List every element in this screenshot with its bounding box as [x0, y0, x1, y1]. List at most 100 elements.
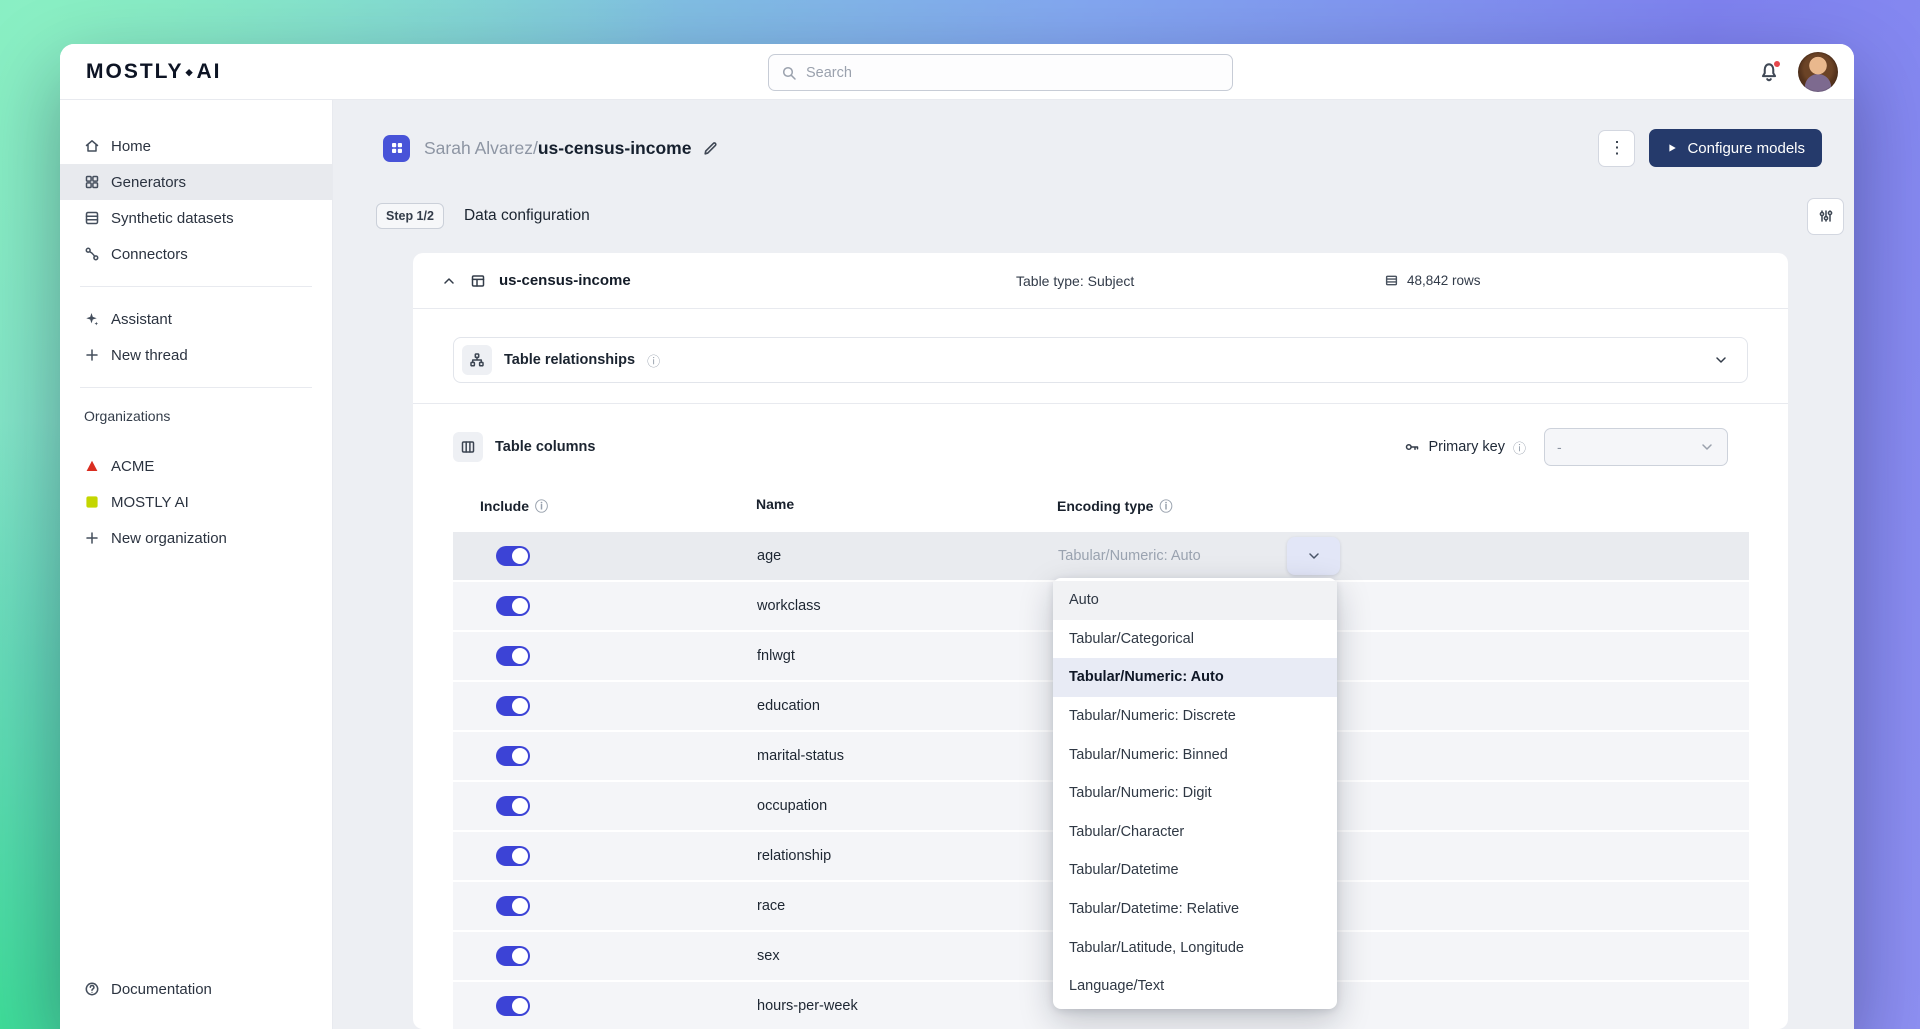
plus-icon [84, 347, 100, 363]
rows-icon [1384, 273, 1399, 288]
info-icon: ⓘ [647, 351, 660, 370]
column-name: relationship [757, 832, 831, 880]
step-badge: Step 1/2 [376, 203, 444, 229]
sidebar-item-home[interactable]: Home [60, 128, 332, 164]
edit-name-icon[interactable] [702, 140, 719, 157]
include-toggle[interactable] [496, 946, 530, 966]
chevron-down-icon [1306, 548, 1322, 564]
primary-key-select[interactable]: - [1544, 428, 1728, 466]
sidebar-item-new-organization[interactable]: New organization [60, 520, 332, 556]
main-content: Sarah Alvarez/ us-census-income ⋮ Config… [333, 100, 1854, 1029]
include-toggle[interactable] [496, 746, 530, 766]
sliders-icon [1818, 208, 1834, 224]
generators-icon [84, 174, 100, 190]
brand-logo-right: AI [197, 60, 222, 84]
columns-table-header: Include ⓘ Name Encoding type ⓘ [452, 496, 1748, 518]
include-toggle[interactable] [496, 696, 530, 716]
encoding-type-dropdown: AutoTabular/CategoricalTabular/Numeric: … [1053, 578, 1337, 1009]
encoding-option-tabular-numeric-digit[interactable]: Tabular/Numeric: Digit [1053, 774, 1337, 813]
breadcrumb: Sarah Alvarez/ us-census-income ⋮ Config… [333, 100, 1854, 170]
include-toggle[interactable] [496, 996, 530, 1016]
sidebar-item-synthetic-datasets[interactable]: Synthetic datasets [60, 200, 332, 236]
search-input[interactable] [806, 65, 1220, 81]
step-title: Data configuration [464, 207, 590, 225]
column-name: race [757, 882, 785, 930]
column-name: sex [757, 932, 780, 980]
table-title: us-census-income [499, 272, 631, 289]
include-toggle[interactable] [496, 896, 530, 916]
encoding-option-tabular-numeric-auto[interactable]: Tabular/Numeric: Auto [1053, 658, 1337, 697]
mostly-org-logo [84, 494, 100, 510]
more-options-button[interactable]: ⋮ [1598, 130, 1635, 167]
sidebar-divider [80, 286, 312, 287]
breadcrumb-project-name: us-census-income [538, 138, 692, 159]
project-icon [383, 135, 410, 162]
key-icon [1404, 439, 1420, 455]
table-columns-header: Table columns Primary key ⓘ - [413, 404, 1788, 466]
configure-models-button[interactable]: Configure models [1649, 129, 1822, 167]
plus-icon [84, 530, 100, 546]
connectors-icon [84, 246, 100, 262]
table-row-age: ageTabular/Numeric: Auto [453, 532, 1749, 580]
include-toggle[interactable] [496, 546, 530, 566]
column-name: workclass [757, 582, 821, 630]
play-icon [1666, 142, 1678, 154]
encoding-option-language-text[interactable]: Language/Text [1053, 967, 1337, 1006]
encoding-option-tabular-datetime[interactable]: Tabular/Datetime [1053, 851, 1337, 890]
step-header: Step 1/2 Data configuration [376, 196, 1844, 236]
top-bar-actions [1758, 52, 1854, 92]
breadcrumb-owner: Sarah Alvarez/ [424, 138, 538, 159]
include-toggle[interactable] [496, 596, 530, 616]
datasets-icon [84, 210, 100, 226]
encoding-type-value: Tabular/Numeric: Auto [1058, 532, 1201, 580]
column-name: education [757, 682, 820, 730]
include-toggle[interactable] [496, 846, 530, 866]
header-include: Include ⓘ [480, 496, 548, 515]
user-avatar[interactable] [1798, 52, 1838, 92]
info-icon: ⓘ [1159, 496, 1172, 515]
table-relationships-toggle[interactable]: Table relationships ⓘ [453, 337, 1748, 383]
primary-key-group: Primary key ⓘ - [1404, 428, 1748, 466]
sidebar-item-new-thread[interactable]: New thread [60, 337, 332, 373]
column-name: occupation [757, 782, 827, 830]
top-bar: MOSTLY ◆ AI [60, 44, 1854, 100]
home-icon [84, 138, 100, 154]
encoding-option-tabular-datetime-relative[interactable]: Tabular/Datetime: Relative [1053, 890, 1337, 929]
sidebar-item-documentation[interactable]: Documentation [60, 971, 332, 1007]
include-toggle[interactable] [496, 796, 530, 816]
notification-dot [1773, 60, 1781, 68]
table-type-label: Table type: Subject [1016, 273, 1134, 289]
encoding-option-tabular-character[interactable]: Tabular/Character [1053, 813, 1337, 852]
sidebar-item-acme[interactable]: ACME [60, 448, 332, 484]
header-encoding: Encoding type ⓘ [1057, 496, 1172, 515]
encoding-option-auto[interactable]: Auto [1053, 581, 1337, 620]
columns-icon-chip [453, 432, 483, 462]
sidebar-item-assistant[interactable]: Assistant [60, 301, 332, 337]
chevron-down-icon[interactable] [1713, 352, 1729, 368]
search-bar[interactable] [768, 54, 1233, 91]
info-icon: ⓘ [1513, 438, 1526, 457]
acme-logo [84, 458, 100, 474]
table-relationships-section: Table relationships ⓘ [413, 309, 1788, 404]
sidebar-divider [80, 387, 312, 388]
collapse-table-icon[interactable] [441, 273, 457, 289]
header-name: Name [756, 496, 794, 512]
brand-logo-left: MOSTLY [86, 60, 184, 84]
table-card-header: us-census-income Table type: Subject 48,… [413, 253, 1788, 309]
organizations-label: Organizations [60, 404, 332, 428]
encoding-option-tabular-numeric-binned[interactable]: Tabular/Numeric: Binned [1053, 735, 1337, 774]
include-toggle[interactable] [496, 646, 530, 666]
model-settings-button[interactable] [1807, 198, 1844, 235]
notifications-bell-icon[interactable] [1758, 61, 1780, 83]
encoding-option-tabular-latitude-longitude[interactable]: Tabular/Latitude, Longitude [1053, 928, 1337, 967]
app-window: MOSTLY ◆ AI HomeGeneratorsSynthetic data… [60, 44, 1854, 1029]
brand-diamond-icon: ◆ [186, 67, 195, 78]
sidebar-item-mostly-ai[interactable]: MOSTLY AI [60, 484, 332, 520]
sidebar-item-connectors[interactable]: Connectors [60, 236, 332, 272]
table-icon [470, 273, 486, 289]
column-name: hours-per-week [757, 982, 858, 1029]
encoding-option-tabular-categorical[interactable]: Tabular/Categorical [1053, 620, 1337, 659]
encoding-option-tabular-numeric-discrete[interactable]: Tabular/Numeric: Discrete [1053, 697, 1337, 736]
encoding-select-button[interactable] [1287, 537, 1340, 575]
sidebar-item-generators[interactable]: Generators [60, 164, 332, 200]
